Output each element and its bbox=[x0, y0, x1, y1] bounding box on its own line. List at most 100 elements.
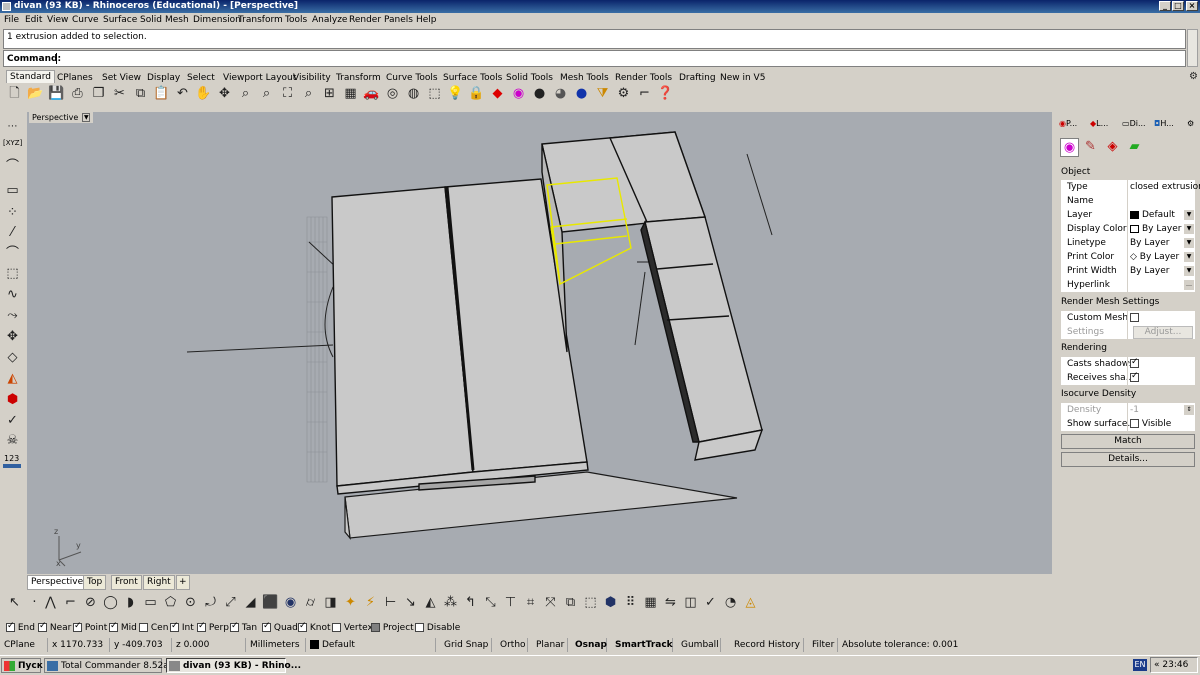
osnap-quad-checkbox[interactable] bbox=[262, 621, 271, 632]
solid-box-icon[interactable]: ⬛ bbox=[262, 594, 279, 611]
sparkle-gear-icon[interactable]: ✦ bbox=[342, 594, 359, 611]
osnap-vertex-checkbox[interactable] bbox=[332, 623, 341, 632]
select-arrow-icon[interactable]: ↖ bbox=[6, 594, 23, 611]
osnap-disable-checkbox[interactable] bbox=[415, 623, 424, 632]
skull-icon[interactable]: ☠ bbox=[4, 432, 21, 449]
tab-select[interactable]: Select bbox=[183, 71, 219, 85]
block-icon[interactable]: ⬢ bbox=[602, 594, 619, 611]
hyperlink-browse-icon[interactable]: … bbox=[1184, 280, 1194, 290]
hatch-icon[interactable]: ◍ bbox=[405, 85, 422, 102]
explode-icon[interactable]: ⊤ bbox=[502, 594, 519, 611]
show-surface-checkbox[interactable] bbox=[1130, 419, 1139, 428]
new-file-icon[interactable]: 🗋 bbox=[6, 85, 23, 102]
rainbow-icon[interactable]: ◭ bbox=[4, 370, 21, 387]
array-icon[interactable]: ⠿ bbox=[622, 594, 639, 611]
extrude-curve-icon[interactable]: ◢ bbox=[242, 594, 259, 611]
custom-mesh-checkbox[interactable] bbox=[1130, 313, 1139, 322]
panel-tab-display[interactable]: ▭Di... bbox=[1122, 118, 1146, 130]
osnap-int-checkbox[interactable] bbox=[170, 621, 179, 632]
decals-icon[interactable]: ▰ bbox=[1126, 138, 1143, 155]
prop-linetype-row[interactable]: Linetype By Layer ▼ bbox=[1061, 236, 1195, 250]
status-ortho[interactable]: Ortho bbox=[496, 638, 528, 652]
circle-icon[interactable]: ⊘ bbox=[82, 594, 99, 611]
language-indicator[interactable]: EN bbox=[1133, 659, 1147, 671]
print-width-dropdown-icon[interactable]: ▼ bbox=[1184, 266, 1194, 276]
tab-render-tools[interactable]: Render Tools bbox=[611, 71, 676, 85]
xyz-coordinate-label[interactable]: [XYZ] bbox=[3, 139, 22, 147]
panel-tab-properties[interactable]: ◉P... bbox=[1059, 118, 1077, 130]
osnap-perp[interactable]: Perp bbox=[197, 621, 229, 633]
move-tool-icon[interactable]: ⤧ bbox=[542, 594, 559, 611]
rendered-sphere-icon[interactable]: ◕ bbox=[552, 85, 569, 102]
status-units[interactable]: Millimeters bbox=[246, 638, 306, 652]
status-grid-snap[interactable]: Grid Snap bbox=[440, 638, 492, 652]
menu-help[interactable]: Help bbox=[416, 15, 437, 25]
scale-icon[interactable]: ⬚ bbox=[582, 594, 599, 611]
receives-shadows-checkbox[interactable] bbox=[1130, 371, 1139, 382]
menu-solid[interactable]: Solid bbox=[140, 15, 162, 25]
tab-set-view[interactable]: Set View bbox=[98, 71, 145, 85]
command-scrollbar[interactable] bbox=[1187, 29, 1198, 67]
prop-print-color-value[interactable]: ◇ By Layer bbox=[1130, 252, 1179, 262]
status-gumball[interactable]: Gumball bbox=[677, 638, 721, 652]
check-tool-icon[interactable]: ✓ bbox=[702, 594, 719, 611]
linetype-dropdown-icon[interactable]: ▼ bbox=[1184, 238, 1194, 248]
edit-layers-icon[interactable]: ◆ bbox=[489, 85, 506, 102]
prop-layer-value[interactable]: Default bbox=[1130, 210, 1175, 220]
leader-icon[interactable]: ↘ bbox=[402, 594, 419, 611]
arc-icon[interactable]: ⌒ bbox=[4, 245, 21, 262]
osnap-vertex[interactable]: Vertex bbox=[332, 623, 373, 633]
osnap-near-checkbox[interactable] bbox=[38, 621, 47, 632]
viewport-tab-front[interactable]: Front bbox=[111, 575, 142, 590]
line-icon[interactable]: ⁄ bbox=[4, 224, 21, 241]
cut-icon[interactable]: ✂ bbox=[111, 85, 128, 102]
render-icon[interactable]: ● bbox=[573, 85, 590, 102]
tab-cplanes[interactable]: CPlanes bbox=[53, 71, 97, 85]
osnap-point-checkbox[interactable] bbox=[73, 621, 82, 632]
rectangle-tool-icon[interactable]: ▭ bbox=[142, 594, 159, 611]
print-color-dropdown-icon[interactable]: ▼ bbox=[1184, 252, 1194, 262]
start-button[interactable]: Пуск bbox=[1, 658, 43, 673]
viewport-menu-arrow-icon[interactable]: ▼ bbox=[82, 113, 91, 122]
viewport-tab-right[interactable]: Right bbox=[143, 575, 175, 590]
fillet-curves-icon[interactable]: ⤾ bbox=[202, 594, 219, 611]
osnap-near[interactable]: Near bbox=[38, 621, 71, 633]
custom-mesh-checkbox-wrap[interactable] bbox=[1130, 313, 1139, 323]
prop-print-width-value[interactable]: By Layer bbox=[1130, 266, 1169, 276]
rotate-view-icon[interactable]: ✥ bbox=[216, 85, 233, 102]
cylinder-icon[interactable]: ⌭ bbox=[302, 594, 319, 611]
render-tool-icon[interactable]: ◬ bbox=[742, 594, 759, 611]
menu-analyze[interactable]: Analyze bbox=[312, 15, 347, 25]
bend-icon[interactable]: ⤳ bbox=[4, 307, 21, 324]
mesh-tool-icon[interactable]: ⚡ bbox=[362, 594, 379, 611]
array-grid-icon[interactable]: ▦ bbox=[642, 594, 659, 611]
osnap-tan[interactable]: Tan bbox=[230, 621, 257, 633]
perspective-viewport[interactable]: Perspective ▼ z y x bbox=[27, 112, 1052, 574]
menu-surface[interactable]: Surface bbox=[103, 15, 137, 25]
print-icon[interactable]: ⎙ bbox=[69, 85, 86, 102]
boolean-union-icon[interactable]: ◉ bbox=[282, 594, 299, 611]
explode-box-icon[interactable]: ⬢ bbox=[4, 391, 21, 408]
rectangle-icon[interactable]: ▭ bbox=[4, 182, 21, 199]
undo-icon[interactable]: ↶ bbox=[174, 85, 191, 102]
open-folder-icon[interactable]: 📂 bbox=[27, 85, 44, 102]
prop-print-color-row[interactable]: Print Color ◇ By Layer ▼ bbox=[1061, 250, 1195, 264]
viewport-tab-perspective[interactable]: Perspective bbox=[27, 575, 88, 590]
osnap-tan-checkbox[interactable] bbox=[230, 621, 239, 632]
tab-new-in-v5[interactable]: New in V5 bbox=[716, 71, 769, 85]
status-cplane[interactable]: CPlane bbox=[0, 638, 48, 652]
maximize-button[interactable]: □ bbox=[1172, 1, 1184, 11]
copy-window-icon[interactable]: ❐ bbox=[90, 85, 107, 102]
status-planar[interactable]: Planar bbox=[532, 638, 568, 652]
zoom-icon[interactable]: ⌕ bbox=[237, 85, 254, 102]
filter-icon[interactable]: ⧩ bbox=[594, 85, 611, 102]
menu-mesh[interactable]: Mesh bbox=[165, 15, 189, 25]
tab-transform[interactable]: Transform bbox=[332, 71, 385, 85]
osnap-project[interactable]: Project bbox=[371, 623, 414, 633]
join-icon[interactable]: ⤡ bbox=[482, 594, 499, 611]
menu-dimension[interactable]: Dimension bbox=[193, 15, 241, 25]
osnap-quad[interactable]: Quad bbox=[262, 621, 298, 633]
curve-cv-icon[interactable]: ⌐ bbox=[62, 594, 79, 611]
checkmark-icon[interactable]: ✓ bbox=[4, 412, 21, 429]
polyline-icon[interactable]: ⌒ bbox=[4, 158, 21, 175]
